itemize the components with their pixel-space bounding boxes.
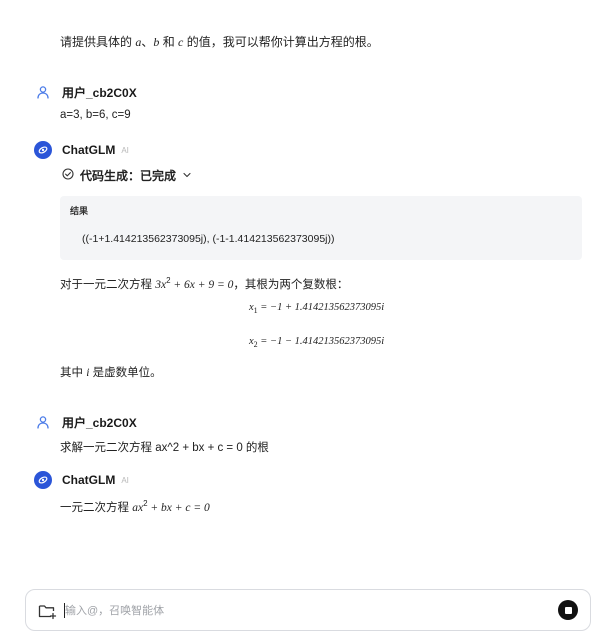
result-value: ((-1+1.414213562373095j), (-1-1.41421356… [82,233,335,245]
answer-line: 对于一元二次方程 3x2 + 6x + 9 = 0，其根为两个复数根： [60,276,348,292]
codegen-status: 已完成 [140,169,177,183]
note-before: 其中 [60,367,87,379]
bot-name: ChatGLM [62,143,116,157]
answer-before: 对于一元二次方程 [60,279,156,291]
user-message-text: a=3, b=6, c=9 [60,109,131,121]
bot-message-header: ChatGLM AI [34,141,129,159]
intro-sep: 、 [141,35,154,49]
bot-name: ChatGLM [62,473,116,487]
chat-input[interactable] [65,601,535,621]
intro-before: 请提供具体的 [60,35,136,49]
codegen-toggle[interactable]: 代码生成：已完成 [62,167,192,184]
stop-icon [564,606,572,614]
chatglm-logo-icon [34,471,52,489]
intro-after: 的值，我可以帮你计算出方程的根。 [183,35,379,49]
check-circle-icon [62,168,74,183]
root-x2: x2 = −1 − 1.414213562373095i [249,336,384,349]
answer2-eq-left: ax [132,502,144,514]
user-name: 用户_cb2C0X [62,415,137,430]
chevron-down-icon [182,169,192,183]
ai-tag: AI [121,475,129,485]
codegen-label: 代码生成： [80,169,141,183]
imaginary-note: 其中 i 是虚数单位。 [60,364,162,380]
x2-rhs: = −1 − 1.414213562373095i [257,336,385,347]
answer2-prefix: 一元二次方程 [60,502,133,514]
note-after: 是虚数单位。 [89,367,162,379]
x1-rhs: = −1 + 1.414213562373095i [257,302,385,313]
user-message-text-2: 求解一元二次方程 ax^2 + bx + c = 0 的根 [60,442,269,454]
intro-and: 和 [159,35,179,49]
folder-upload-icon[interactable] [37,601,57,621]
intro-text: 请提供具体的 a、b 和 c 的值，我可以帮你计算出方程的根。 [60,33,379,50]
result-label: 结果 [70,206,89,216]
user-message-header-2: 用户_cb2C0X [34,413,137,431]
answer-after: ，其根为两个复数根： [233,279,349,291]
user-icon [34,413,52,431]
chat-input-bar [25,589,591,631]
chatglm-logo-icon [34,141,52,159]
bot-message-header-2: ChatGLM AI [34,471,129,489]
user-message-header: 用户_cb2C0X [34,83,137,101]
result-box: 结果 ((-1+1.414213562373095j), (-1-1.41421… [60,196,582,260]
ai-tag: AI [121,145,129,155]
eq-left: 3x [155,279,167,291]
user-icon [34,83,52,101]
bot-answer-2: 一元二次方程 ax2 + bx + c = 0 [60,499,210,515]
root-x1: x1 = −1 + 1.414213562373095i [249,302,384,315]
answer2-eq-right: + bx + c = 0 [147,502,210,514]
eq-right: + 6x + 9 = 0 [170,279,234,291]
user-name: 用户_cb2C0X [62,85,137,100]
stop-button[interactable] [558,600,578,620]
